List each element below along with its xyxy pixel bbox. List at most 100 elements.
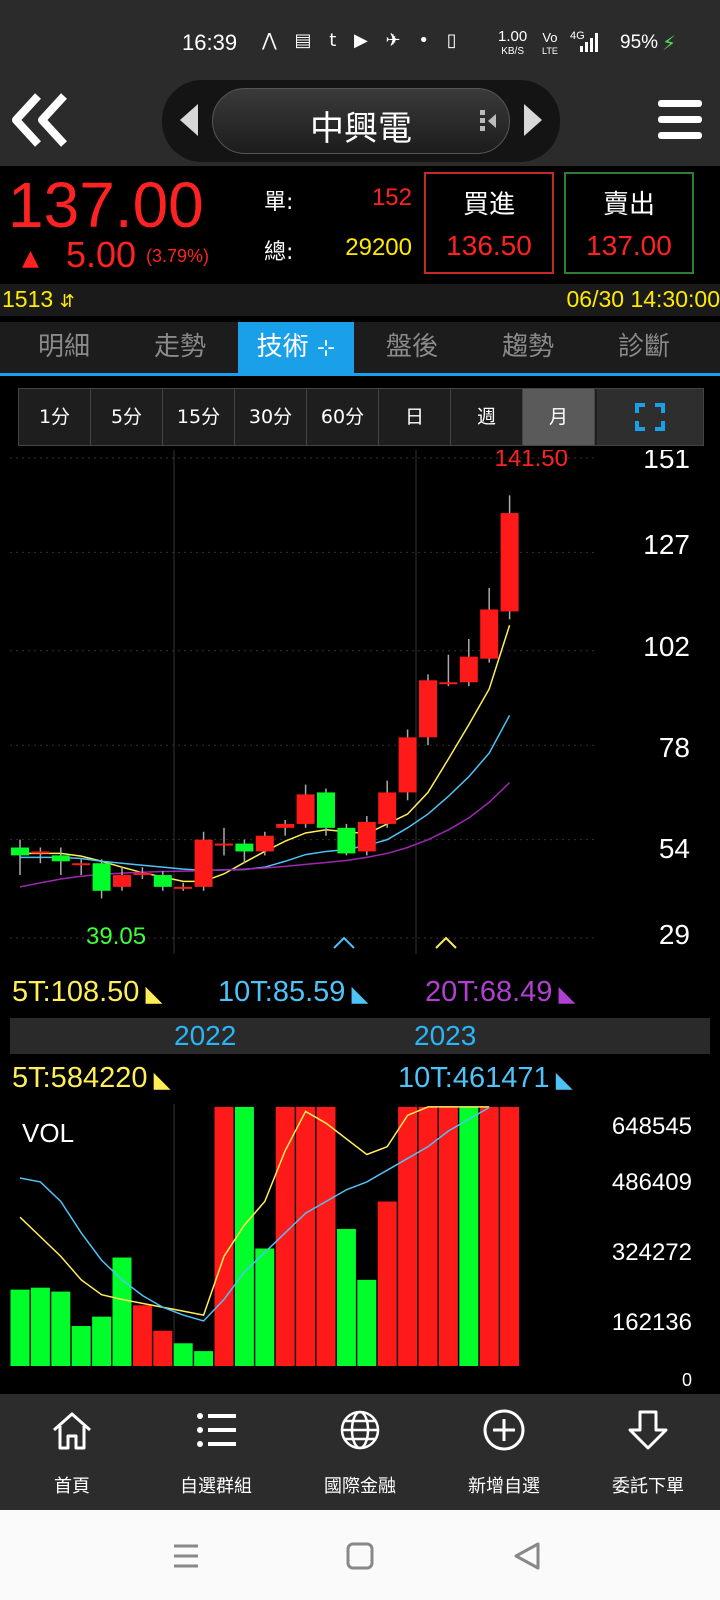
volume-bar — [275, 1106, 295, 1366]
pointer-icon: ◣ — [147, 1067, 171, 1092]
period-label: 月 — [548, 406, 568, 428]
nav-place-order[interactable]: 委託下單 — [576, 1394, 720, 1510]
stock-code-text: 1513 — [2, 286, 54, 312]
volume-bar — [316, 1106, 336, 1366]
low-price-label: 39.05 — [86, 923, 146, 950]
tab-technical[interactable]: 技術 ⊹ — [238, 322, 354, 373]
volte-indicator: Vo LTE — [542, 31, 558, 57]
ma20-legend[interactable]: 20T:68.49 ◣ — [425, 976, 575, 1009]
period-label: 15分 — [176, 406, 221, 428]
battery-level: 95% — [620, 32, 659, 53]
nav-add-watchlist[interactable]: 新增自選 — [432, 1394, 576, 1510]
volume-bar — [10, 1289, 30, 1366]
period-week[interactable]: 週 — [451, 389, 523, 445]
candle-body — [378, 792, 397, 824]
tab-detail[interactable]: 明細 — [6, 322, 122, 373]
volume-bar — [255, 1248, 275, 1366]
nav-home[interactable]: 首頁 — [0, 1394, 144, 1510]
tab-diagnosis[interactable]: 診斷 — [586, 322, 702, 373]
tab-bar: 明細 走勢 技術 ⊹ 盤後 趨勢 診斷 — [0, 322, 720, 376]
next-stock-button[interactable] — [520, 102, 546, 138]
pointer-icon: ◣ — [345, 981, 369, 1006]
period-15m[interactable]: 15分 — [163, 389, 235, 445]
recents-icon[interactable] — [168, 1540, 204, 1572]
nav-label: 新增自選 — [468, 1476, 540, 1497]
vol-ma5-legend[interactable]: 5T:584220 ◣ — [12, 1062, 171, 1095]
plus-circle-icon — [483, 1409, 525, 1451]
pointer-icon: ◣ — [139, 981, 163, 1006]
candle-body — [113, 875, 131, 887]
price-y-tick: 151 — [643, 450, 690, 474]
candle-body — [439, 682, 458, 685]
volume-bar — [153, 1330, 173, 1366]
period-day[interactable]: 日 — [379, 389, 451, 445]
candle-body — [317, 792, 335, 828]
stock-name: 中興電 — [310, 109, 412, 149]
vol-ma10-legend[interactable]: 10T:461471 ◣ — [398, 1062, 573, 1095]
year-label: 2022 — [174, 1020, 237, 1051]
vol-ma5-value: 5T:584220 — [12, 1062, 148, 1094]
nav-watchlist-groups[interactable]: 自選群組 — [144, 1394, 288, 1510]
volume-bar — [296, 1106, 316, 1366]
drag-handle-icon[interactable] — [478, 108, 498, 134]
period-month[interactable]: 月 — [523, 389, 595, 445]
period-30m[interactable]: 30分 — [235, 389, 307, 445]
clock: 16:39 — [182, 30, 238, 55]
total-volume: 29200 — [345, 234, 412, 261]
bottom-nav: 首頁 自選群組 國際金融 新增自選 委託下單 — [0, 1394, 720, 1510]
sell-button[interactable]: 賣出 137.00 — [564, 172, 694, 274]
ma10-legend[interactable]: 10T:85.59 ◣ — [218, 976, 368, 1009]
stock-name-pill[interactable]: 中興電 — [212, 88, 510, 154]
buy-price: 136.50 — [446, 230, 532, 261]
back-triangle-icon[interactable] — [510, 1540, 546, 1572]
info-strip: 1513 ⇵ 06/30 14:30:00 — [0, 284, 720, 316]
prev-stock-button[interactable] — [176, 102, 202, 138]
fullscreen-button[interactable] — [597, 389, 703, 445]
volume-bar — [438, 1106, 458, 1366]
buy-button[interactable]: 買進 136.50 — [424, 172, 554, 274]
candle-body — [92, 863, 111, 891]
volume-bar — [377, 1201, 397, 1366]
home-icon — [53, 1412, 91, 1450]
period-selector: 1分 5分 15分 30分 60分 日 週 月 — [18, 388, 704, 446]
price-change-pct: (3.79%) — [146, 246, 210, 266]
candle-body — [72, 863, 91, 866]
volume-title: VOL — [22, 1118, 74, 1148]
volume-bar — [51, 1291, 71, 1366]
volume-bar — [71, 1326, 91, 1366]
period-5m[interactable]: 5分 — [91, 389, 163, 445]
price-y-tick: 102 — [643, 631, 690, 662]
candle-body — [337, 827, 356, 854]
period-1m[interactable]: 1分 — [19, 389, 91, 445]
nav-international-finance[interactable]: 國際金融 — [288, 1394, 432, 1510]
price-change: 5.00 — [66, 234, 137, 275]
last-price: 137.00 — [8, 169, 204, 241]
volume-chart[interactable]: VOL 648545 486409 324272 162136 0 — [10, 1104, 710, 1392]
price-chart[interactable]: 151 127 102 78 54 29 141.50 39.05 — [10, 450, 710, 1016]
ma10-value: 10T:85.59 — [218, 976, 346, 1008]
tab-after-hours[interactable]: 盤後 — [354, 322, 470, 373]
network-speed-value: 1.00 — [498, 28, 528, 45]
pointer-icon: ◣ — [552, 981, 576, 1006]
volume-bar — [194, 1351, 214, 1366]
volume-bar — [479, 1106, 499, 1366]
back-button[interactable] — [8, 88, 72, 152]
updown-arrow-icon: ⇵ — [59, 291, 75, 311]
menu-button[interactable] — [656, 96, 704, 144]
ma5-legend[interactable]: 5T:108.50 ◣ — [12, 976, 162, 1009]
network-speed: 1.00 KB/S — [498, 28, 528, 58]
quote-datetime: 06/30 14:30:00 — [566, 286, 720, 312]
home-button-icon[interactable] — [342, 1540, 378, 1572]
period-60m[interactable]: 60分 — [307, 389, 379, 445]
tab-trend[interactable]: 走勢 — [122, 322, 238, 373]
vol-y-tick: 486409 — [612, 1169, 692, 1196]
volume-bar — [30, 1287, 50, 1366]
single-volume-label: 單: — [264, 190, 294, 215]
ma5-value: 5T:108.50 — [12, 976, 140, 1008]
double-chevron-left-icon — [12, 93, 67, 147]
globe-icon — [340, 1410, 380, 1450]
tab-trend-analysis[interactable]: 趨勢 — [470, 322, 586, 373]
candle-body — [215, 843, 233, 846]
candle-body — [11, 847, 29, 856]
tab-label: 診斷 — [617, 332, 670, 362]
